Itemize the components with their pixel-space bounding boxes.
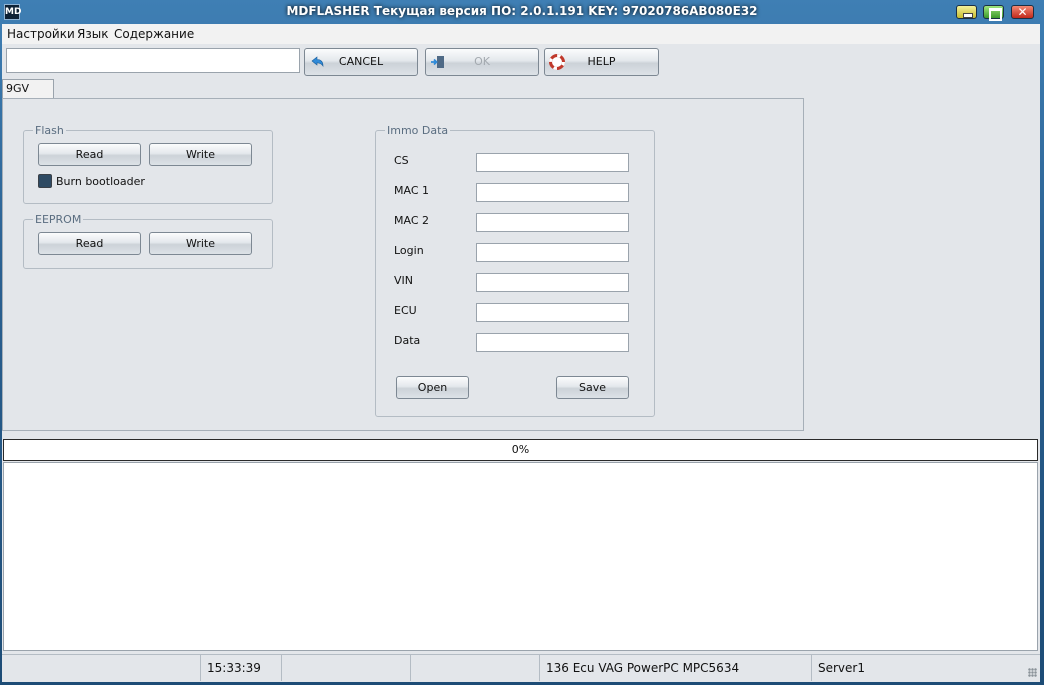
- ok-button[interactable]: OK: [425, 48, 539, 76]
- burn-bootloader-label: Burn bootloader: [56, 175, 145, 188]
- mac2-label: MAC 2: [394, 214, 429, 227]
- cancel-label: CANCEL: [338, 55, 384, 68]
- eeprom-group-label: EEPROM: [33, 213, 84, 226]
- eeprom-write-button[interactable]: Write: [149, 232, 252, 255]
- status-server: Server1: [818, 661, 865, 675]
- login-label: Login: [394, 244, 424, 257]
- help-button[interactable]: HELP: [544, 48, 659, 76]
- progress-bar: 0%: [3, 439, 1038, 461]
- status-cell-4: [411, 655, 540, 681]
- help-label: HELP: [587, 55, 616, 68]
- close-button[interactable]: ✕: [1011, 5, 1034, 19]
- menu-bar: Настройки Язык Содержание: [2, 24, 1040, 44]
- lifebuoy-icon: [549, 54, 565, 70]
- application-window: MD MDFLASHER Текущая версия ПО: 2.0.1.19…: [0, 0, 1044, 685]
- ecu-input[interactable]: [476, 303, 629, 322]
- maximize-icon: [984, 6, 1003, 21]
- flash-write-button[interactable]: Write: [149, 143, 252, 166]
- tab-9gv-can[interactable]: 9GV CAN: [2, 79, 54, 113]
- toolbar-text-field[interactable]: [6, 48, 300, 73]
- status-ecu: 136 Ecu VAG PowerPC MPC5634: [540, 655, 812, 681]
- client-area: Настройки Язык Содержание CANCEL OK HELP…: [2, 24, 1040, 682]
- title-bar[interactable]: MD MDFLASHER Текущая версия ПО: 2.0.1.19…: [0, 0, 1044, 24]
- tab-panel: Flash Read Write Burn bootloader EEPROM …: [2, 98, 804, 431]
- undo-arrow-icon: [311, 56, 324, 68]
- eeprom-read-button[interactable]: Read: [38, 232, 141, 255]
- eeprom-group: EEPROM Read Write: [23, 213, 273, 269]
- flash-group: Flash Read Write Burn bootloader: [23, 124, 273, 204]
- progress-text: 0%: [511, 443, 530, 456]
- mac1-input[interactable]: [476, 183, 629, 202]
- login-input[interactable]: [476, 243, 629, 262]
- cs-input[interactable]: [476, 153, 629, 172]
- status-bar: 15:33:39 136 Ecu VAG PowerPC MPC5634 Ser…: [2, 654, 1040, 681]
- vin-label: VIN: [394, 274, 413, 287]
- menu-contents[interactable]: Содержание: [114, 27, 194, 41]
- ok-label: OK: [474, 55, 490, 68]
- menu-language[interactable]: Язык: [77, 27, 108, 41]
- flash-read-button[interactable]: Read: [38, 143, 141, 166]
- mac2-input[interactable]: [476, 213, 629, 232]
- data-input[interactable]: [476, 333, 629, 352]
- cancel-button[interactable]: CANCEL: [304, 48, 418, 76]
- status-cell-1: [2, 655, 201, 681]
- immo-data-group: Immo Data CS MAC 1 MAC 2 Login VIN ECU D…: [375, 124, 655, 417]
- burn-bootloader-checkbox[interactable]: [38, 174, 52, 188]
- immo-data-group-label: Immo Data: [385, 124, 451, 137]
- menu-settings[interactable]: Настройки: [7, 27, 75, 41]
- cs-label: CS: [394, 154, 409, 167]
- data-label: Data: [394, 334, 421, 347]
- exit-door-icon: [431, 56, 444, 68]
- ecu-label: ECU: [394, 304, 417, 317]
- immo-save-button[interactable]: Save: [556, 376, 629, 399]
- minimize-icon: [957, 6, 976, 18]
- flash-group-label: Flash: [33, 124, 66, 137]
- vin-input[interactable]: [476, 273, 629, 292]
- mac1-label: MAC 1: [394, 184, 429, 197]
- status-cell-3: [282, 655, 411, 681]
- immo-open-button[interactable]: Open: [396, 376, 469, 399]
- close-icon: ✕: [1017, 5, 1028, 19]
- minimize-button[interactable]: [956, 5, 977, 19]
- maximize-button[interactable]: [983, 5, 1004, 21]
- status-time: 15:33:39: [201, 655, 282, 681]
- log-output[interactable]: [3, 462, 1038, 651]
- resize-grip-icon[interactable]: [1028, 668, 1037, 677]
- window-title: MDFLASHER Текущая версия ПО: 2.0.1.191 K…: [286, 4, 758, 18]
